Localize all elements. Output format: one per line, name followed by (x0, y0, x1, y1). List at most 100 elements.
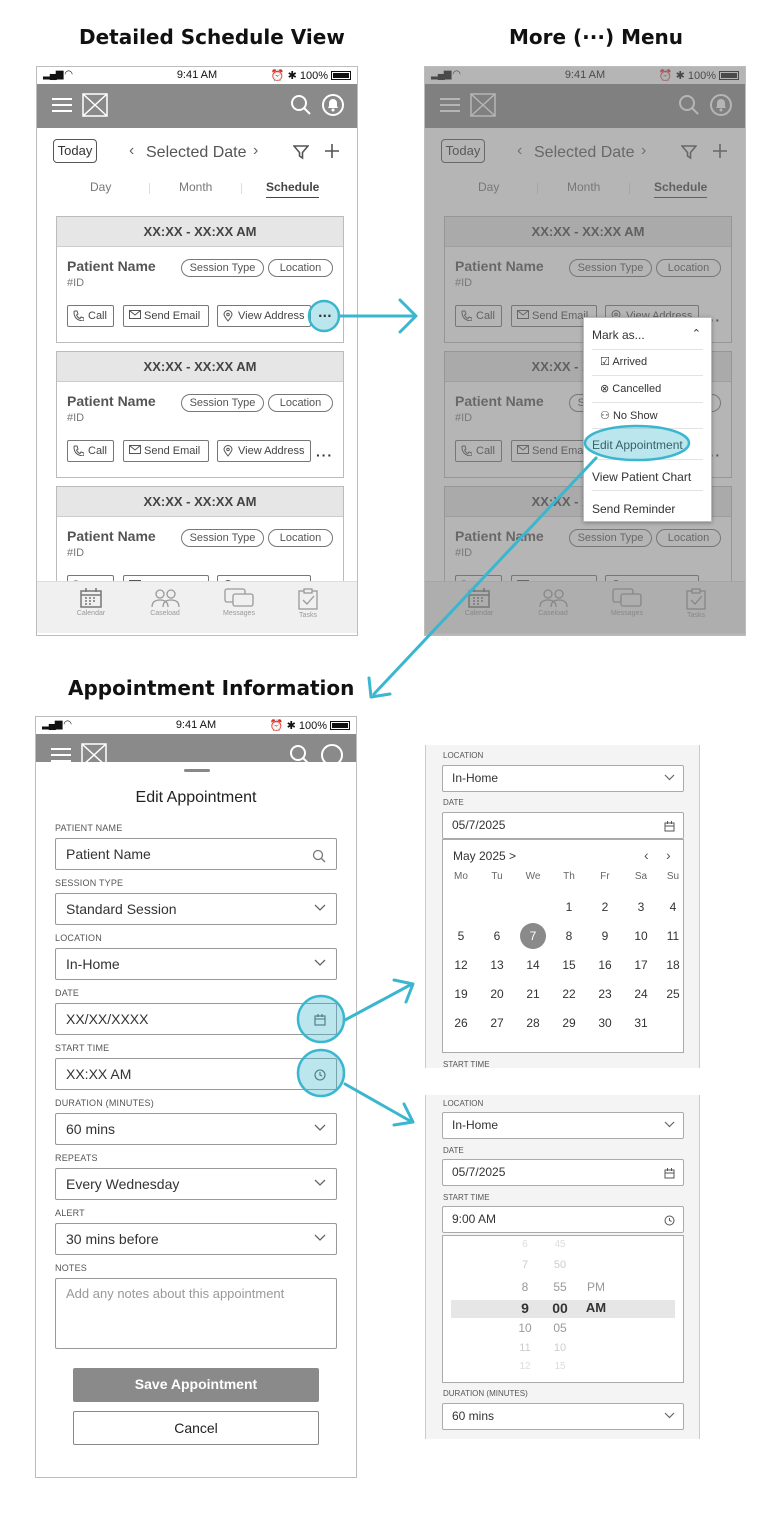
calendar-day[interactable]: 28 (515, 1016, 551, 1030)
calendar-day[interactable]: 18 (655, 958, 691, 972)
calendar-day[interactable]: 29 (551, 1016, 587, 1030)
notes-textarea[interactable]: Add any notes about this appointment (55, 1278, 337, 1349)
hour-option[interactable]: 7 (510, 1259, 540, 1271)
calendar-day[interactable]: 22 (551, 987, 587, 1001)
call-button[interactable]: Call (67, 440, 114, 462)
clock-icon[interactable] (314, 1069, 326, 1081)
tab-messages[interactable]: Messages (209, 588, 269, 617)
sheet-drag-handle[interactable] (184, 769, 210, 772)
tab-day[interactable]: Day (90, 180, 111, 194)
calendar-day[interactable]: 2 (587, 900, 623, 914)
calendar-day-selected[interactable]: 7 (520, 923, 546, 949)
calendar-day[interactable]: 11 (655, 929, 691, 943)
prev-month-chevron-icon[interactable]: ‹ (644, 847, 649, 863)
minute-option[interactable]: 50 (545, 1259, 575, 1271)
hour-option[interactable]: 9 (510, 1300, 540, 1316)
alert-select[interactable]: 30 mins before (55, 1223, 337, 1255)
duration-select[interactable]: 60 mins (442, 1403, 684, 1430)
send-email-button[interactable]: Send Email (123, 305, 209, 327)
menu-item-cancelled[interactable]: ⊗ Cancelled (600, 382, 661, 395)
notification-bell-icon[interactable] (320, 743, 344, 762)
tab-month[interactable]: Month (179, 180, 212, 194)
search-icon[interactable] (289, 744, 311, 762)
calendar-day[interactable]: 15 (551, 958, 587, 972)
calendar-day[interactable]: 12 (443, 958, 479, 972)
calendar-day[interactable]: 30 (587, 1016, 623, 1030)
appointment-card[interactable]: XX:XX - XX:XX AM Patient Name #ID Session T… (56, 216, 344, 343)
location-select[interactable]: In-Home (55, 948, 337, 980)
calendar-day[interactable]: 5 (443, 929, 479, 943)
calendar-day[interactable]: 1 (551, 900, 587, 914)
repeats-select[interactable]: Every Wednesday (55, 1168, 337, 1200)
menu-item-send-reminder[interactable]: Send Reminder (592, 502, 675, 516)
calendar-day[interactable]: 25 (655, 987, 691, 1001)
calendar-day[interactable]: 13 (479, 958, 515, 972)
ampm-option[interactable]: PM (581, 1280, 611, 1294)
tab-caseload[interactable]: Caseload (135, 588, 195, 617)
filter-icon[interactable] (293, 144, 309, 160)
minute-option[interactable]: 45 (545, 1239, 575, 1250)
minute-option[interactable]: 05 (545, 1321, 575, 1335)
calendar-day[interactable]: 24 (623, 987, 659, 1001)
notification-bell-icon[interactable] (321, 93, 345, 117)
calendar-day[interactable]: 20 (479, 987, 515, 1001)
patient-name-input[interactable]: Patient Name (55, 838, 337, 870)
call-button[interactable]: Call (67, 305, 114, 327)
menu-item-edit-appointment[interactable]: Edit Appointment (592, 438, 683, 452)
calendar-day[interactable]: 17 (623, 958, 659, 972)
next-month-chevron-icon[interactable]: › (666, 847, 671, 863)
tab-calendar[interactable]: Calendar (61, 588, 121, 617)
hour-option[interactable]: 11 (510, 1342, 540, 1354)
calendar-day[interactable]: 31 (623, 1016, 659, 1030)
menu-icon[interactable] (52, 97, 72, 113)
minute-option[interactable]: 55 (545, 1280, 575, 1294)
date-input[interactable]: 05/7/2025 (442, 812, 684, 839)
appointment-card[interactable]: XX:XX - XX:XX AM Patient Name #ID Session T… (56, 351, 344, 478)
menu-item-view-patient-chart[interactable]: View Patient Chart (592, 470, 691, 484)
hour-option[interactable]: 10 (510, 1321, 540, 1335)
view-address-button[interactable]: View Address (217, 440, 311, 462)
duration-select[interactable]: 60 mins (55, 1113, 337, 1145)
add-icon[interactable] (324, 143, 340, 159)
calendar-day[interactable]: 21 (515, 987, 551, 1001)
hour-option[interactable]: 12 (510, 1361, 540, 1372)
hour-option[interactable]: 8 (510, 1280, 540, 1294)
date-input[interactable]: XX/XX/XXXX (55, 1003, 337, 1035)
minute-option[interactable]: 10 (545, 1342, 575, 1354)
calendar-day[interactable]: 26 (443, 1016, 479, 1030)
prev-date-chevron-icon[interactable]: ‹ (129, 142, 134, 160)
collapse-chevron-icon[interactable]: ⌃ (692, 327, 701, 340)
minute-option[interactable]: 00 (545, 1300, 575, 1316)
calendar-icon[interactable] (664, 821, 675, 832)
location-select[interactable]: In-Home (442, 1112, 684, 1139)
date-input[interactable]: 05/7/2025 (442, 1159, 684, 1186)
send-email-button[interactable]: Send Email (123, 440, 209, 462)
location-select[interactable]: In-Home (442, 765, 684, 792)
cancel-button[interactable]: Cancel (73, 1411, 319, 1445)
calendar-day[interactable]: 16 (587, 958, 623, 972)
calendar-day[interactable]: 23 (587, 987, 623, 1001)
start-time-input[interactable]: XX:XX AM (55, 1058, 337, 1090)
save-appointment-button[interactable]: Save Appointment (73, 1368, 319, 1402)
hour-option[interactable]: 6 (510, 1239, 540, 1250)
more-dots-icon[interactable]: ··· (316, 447, 333, 463)
calendar-day[interactable]: 8 (551, 929, 587, 943)
mark-as-header[interactable]: Mark as... (592, 328, 645, 342)
minute-option[interactable]: 15 (545, 1361, 575, 1372)
calendar-day[interactable]: 27 (479, 1016, 515, 1030)
time-wheel-picker[interactable]: 6 7 8 9 10 11 12 45 50 55 00 05 10 15 PM AM (442, 1235, 684, 1383)
session-type-select[interactable]: Standard Session (55, 893, 337, 925)
calendar-day[interactable]: 6 (479, 929, 515, 943)
search-icon[interactable] (290, 94, 312, 116)
view-address-button[interactable]: View Address (217, 305, 311, 327)
calendar-day[interactable]: 14 (515, 958, 551, 972)
menu-item-arrived[interactable]: ☑ Arrived (600, 355, 647, 368)
start-time-input[interactable]: 9:00 AM (442, 1206, 684, 1233)
tab-tasks[interactable]: Tasks (278, 588, 338, 619)
clock-icon[interactable] (664, 1215, 675, 1226)
next-date-chevron-icon[interactable]: › (253, 142, 258, 160)
calendar-icon[interactable] (314, 1014, 326, 1026)
calendar-day[interactable]: 3 (623, 900, 659, 914)
calendar-day[interactable]: 19 (443, 987, 479, 1001)
calendar-day[interactable]: 10 (623, 929, 659, 943)
